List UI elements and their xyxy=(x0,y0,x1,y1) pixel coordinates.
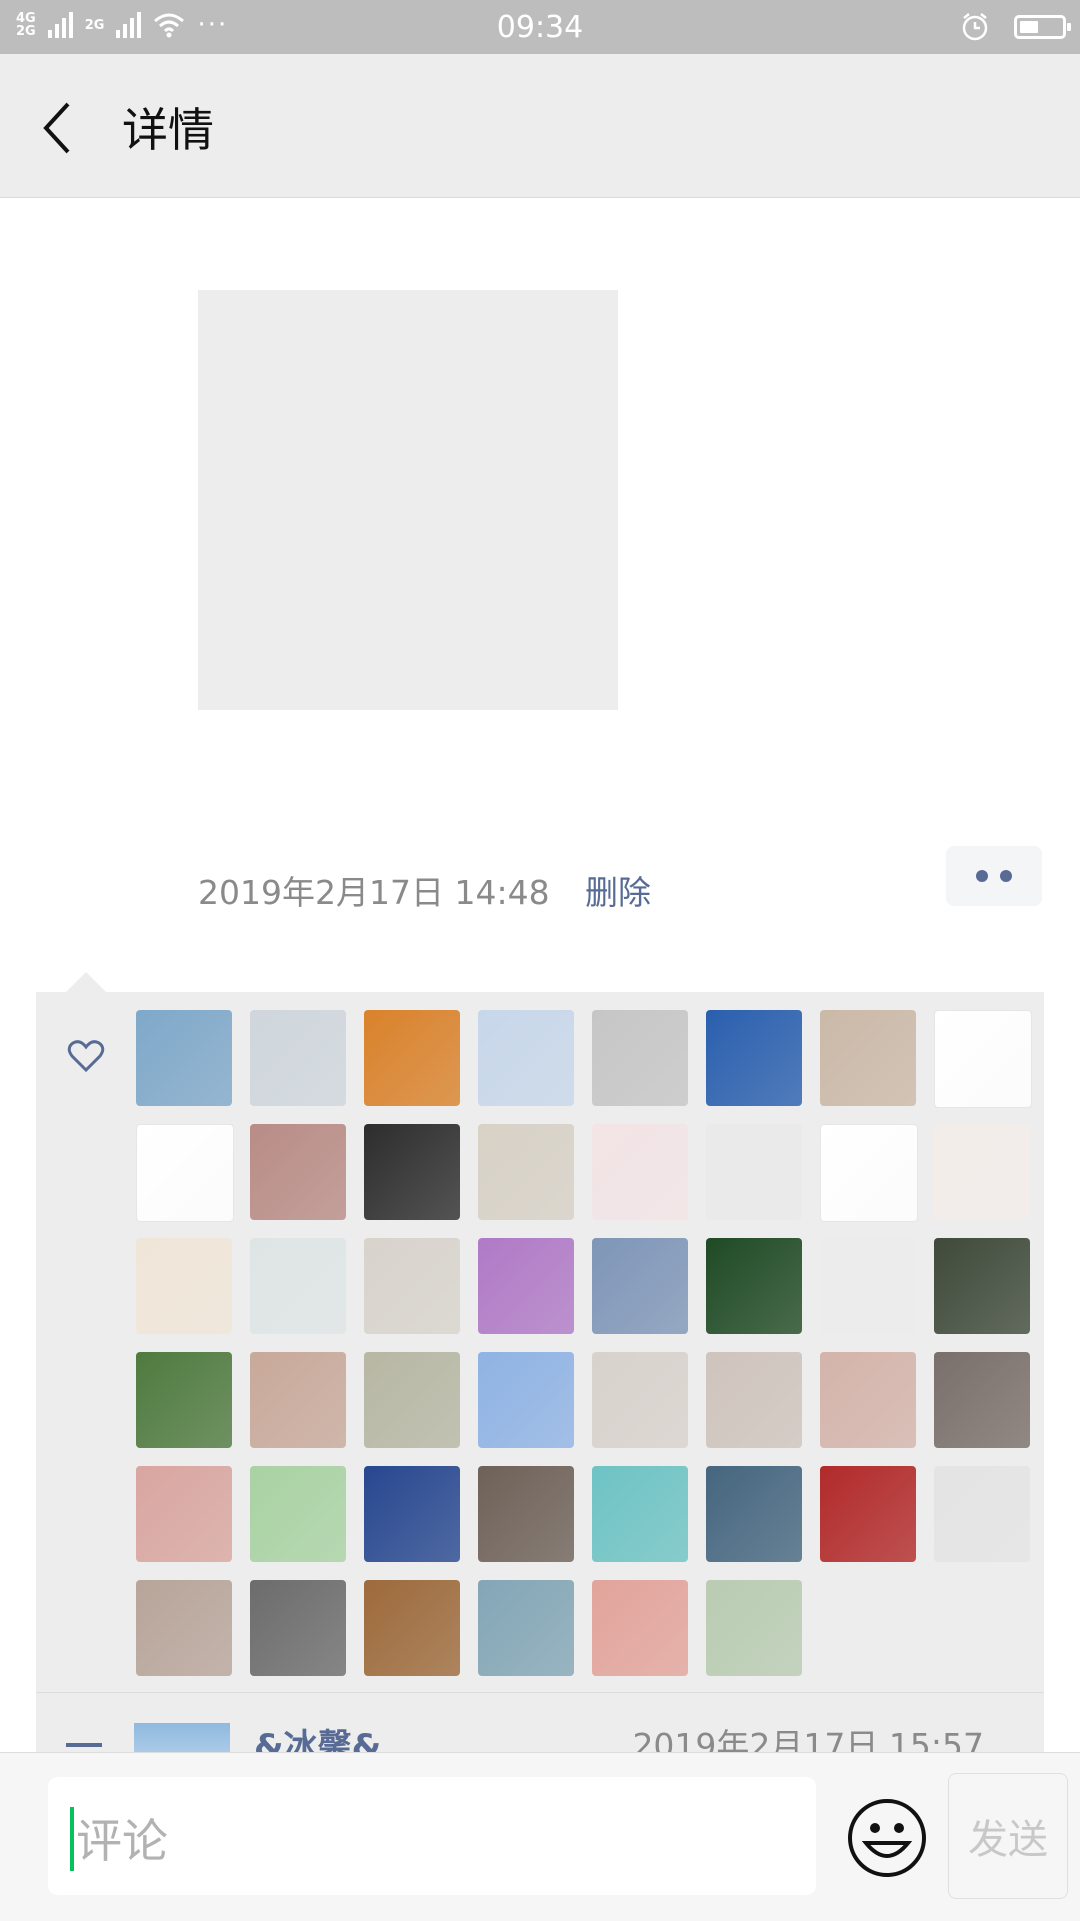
more-dots-icon xyxy=(976,870,988,882)
liker-avatar[interactable] xyxy=(250,1580,346,1676)
liker-avatar[interactable] xyxy=(478,1010,574,1106)
liker-avatar[interactable] xyxy=(820,1352,916,1448)
liker-avatar[interactable] xyxy=(592,1352,688,1448)
liker-avatar[interactable] xyxy=(136,1580,232,1676)
liker-avatar[interactable] xyxy=(706,1352,802,1448)
liker-avatar[interactable] xyxy=(706,1580,802,1676)
post-timestamp: 2019年2月17日 14:48 xyxy=(198,873,550,912)
title-bar: 详情 xyxy=(0,54,1080,198)
liker-avatar[interactable] xyxy=(478,1352,574,1448)
liker-avatar[interactable] xyxy=(364,1238,460,1334)
comment-input[interactable]: 评论 xyxy=(48,1777,816,1895)
battery-fill xyxy=(1020,21,1038,33)
text-caret xyxy=(70,1807,74,1871)
liker-avatar[interactable] xyxy=(478,1238,574,1334)
liker-avatar[interactable] xyxy=(706,1466,802,1562)
liker-avatar[interactable] xyxy=(478,1124,574,1220)
liker-avatar[interactable] xyxy=(364,1466,460,1562)
comment-avatar[interactable] xyxy=(134,1723,230,1753)
liker-avatar[interactable] xyxy=(364,1580,460,1676)
liker-avatar[interactable] xyxy=(706,1238,802,1334)
more-button[interactable] xyxy=(946,846,1042,906)
liker-avatar[interactable] xyxy=(364,1010,460,1106)
battery-icon xyxy=(1014,15,1071,39)
status-time: 09:34 xyxy=(496,10,584,45)
liker-avatar[interactable] xyxy=(478,1466,574,1562)
comment-row: &冰馨& 2019年2月17日 15:57 xyxy=(36,1693,1044,1753)
liker-avatar[interactable] xyxy=(478,1580,574,1676)
liker-avatar[interactable] xyxy=(250,1010,346,1106)
liker-avatar[interactable] xyxy=(820,1010,916,1106)
liker-avatar[interactable] xyxy=(250,1352,346,1448)
page-title: 详情 xyxy=(122,103,214,157)
comment-icon xyxy=(66,1743,102,1747)
post-image[interactable] xyxy=(198,290,618,710)
likes-panel xyxy=(36,992,1044,1693)
comment-time: 2019年2月17日 15:57 xyxy=(632,1726,984,1753)
liker-avatar[interactable] xyxy=(592,1580,688,1676)
liker-avatar[interactable] xyxy=(136,1238,232,1334)
liker-avatar[interactable] xyxy=(250,1124,346,1220)
liker-avatar[interactable] xyxy=(136,1466,232,1562)
liker-avatar[interactable] xyxy=(820,1466,916,1562)
liker-avatar[interactable] xyxy=(934,1238,1030,1334)
liker-avatar[interactable] xyxy=(934,1124,1030,1220)
liker-avatar[interactable] xyxy=(592,1010,688,1106)
smiley-icon[interactable] xyxy=(846,1797,928,1879)
liker-avatar[interactable] xyxy=(934,1352,1030,1448)
chevron-left-icon[interactable] xyxy=(38,98,78,158)
liker-avatar[interactable] xyxy=(820,1124,918,1222)
liker-avatar[interactable] xyxy=(136,1352,232,1448)
liker-avatar[interactable] xyxy=(820,1238,916,1334)
liker-avatar[interactable] xyxy=(934,1010,1032,1108)
compose-bar: 评论 发送 xyxy=(0,1752,1080,1921)
delete-link[interactable]: 删除 xyxy=(585,866,651,914)
more-dot xyxy=(1000,870,1012,882)
likes-pointer xyxy=(66,972,106,992)
liker-avatar[interactable] xyxy=(364,1124,460,1220)
alarm-icon xyxy=(962,13,988,41)
liker-avatar[interactable] xyxy=(592,1466,688,1562)
liker-avatar[interactable] xyxy=(250,1466,346,1562)
liker-avatar[interactable] xyxy=(136,1124,234,1222)
liker-avatar[interactable] xyxy=(706,1124,802,1220)
status-right xyxy=(960,12,1071,42)
comment-author[interactable]: &冰馨& xyxy=(254,1719,381,1753)
liker-avatar[interactable] xyxy=(934,1466,1030,1562)
liker-avatar[interactable] xyxy=(592,1238,688,1334)
liker-avatar[interactable] xyxy=(136,1010,232,1106)
send-button[interactable]: 发送 xyxy=(948,1773,1068,1899)
liker-avatar[interactable] xyxy=(364,1352,460,1448)
comment-placeholder: 评论 xyxy=(76,1814,168,1868)
heart-outline-icon xyxy=(67,1040,105,1073)
status-bar: 4G 2G 2G ··· 09:34 xyxy=(0,0,1080,54)
liker-avatar[interactable] xyxy=(706,1010,802,1106)
liker-avatar[interactable] xyxy=(592,1124,688,1220)
liker-avatar[interactable] xyxy=(250,1238,346,1334)
